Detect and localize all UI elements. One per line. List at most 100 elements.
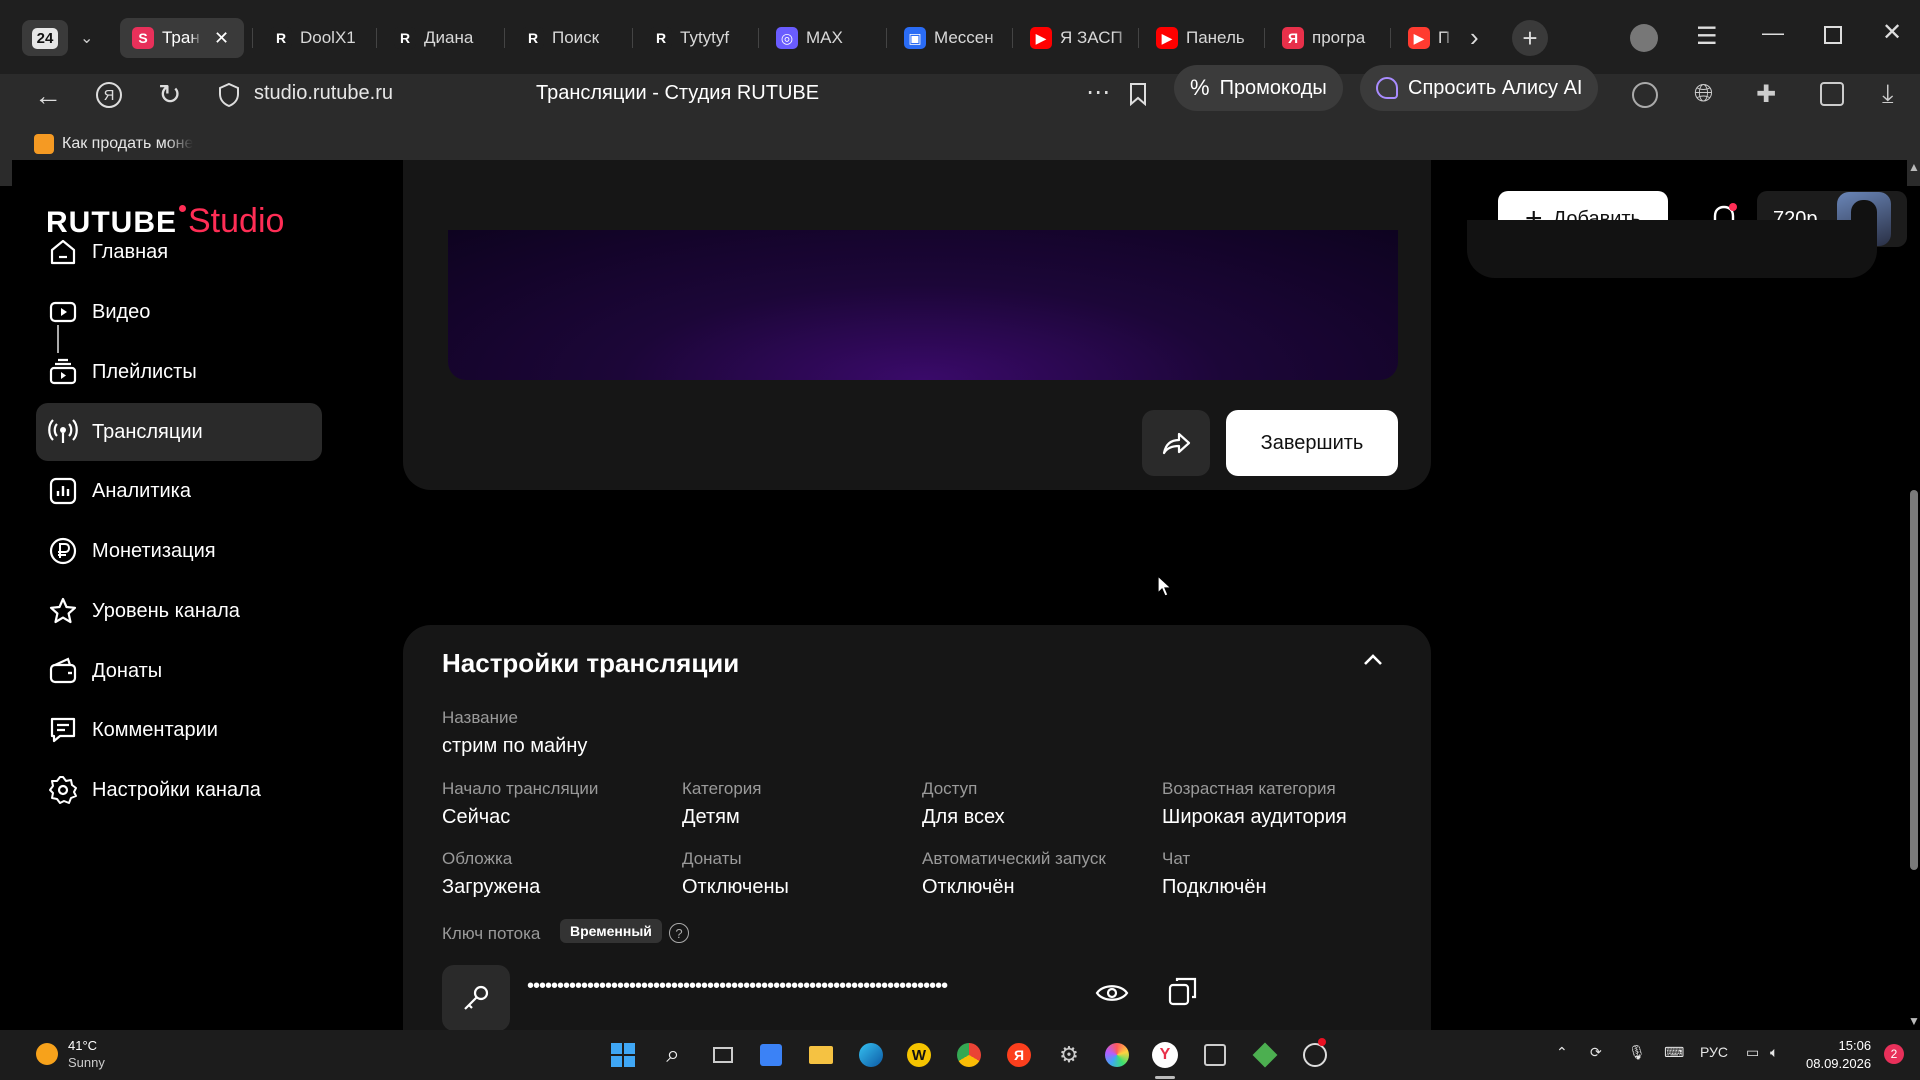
field-label: Донаты xyxy=(682,849,742,868)
weather-widget[interactable]: 41°C Sunny xyxy=(36,1037,105,1071)
share-button[interactable] xyxy=(1142,410,1210,476)
store-icon[interactable] xyxy=(756,1040,786,1070)
sidebar-item[interactable]: Настройки канала xyxy=(36,761,322,819)
tray-chevron-up-icon[interactable]: ⌃ xyxy=(1556,1044,1568,1061)
globe-icon[interactable]: 🌐︎ xyxy=(1694,80,1713,108)
tab-counter-button[interactable]: 24 xyxy=(22,20,68,56)
sidebar-item-label: Главная xyxy=(92,240,169,263)
downloads-icon[interactable]: ⤓ xyxy=(1882,78,1894,110)
field-value: Отключены xyxy=(682,876,789,898)
windows-start-icon[interactable] xyxy=(608,1040,638,1070)
sidebar-item[interactable]: Трансляции xyxy=(36,403,322,461)
maximize-icon[interactable] xyxy=(1824,26,1842,44)
scrollbar-thumb[interactable] xyxy=(1910,490,1918,870)
edge-icon[interactable] xyxy=(856,1040,886,1070)
collapse-chevron-up-icon[interactable] xyxy=(1360,647,1386,673)
volume-icon[interactable]: 🔈︎ xyxy=(1770,1044,1778,1061)
file-explorer-icon[interactable] xyxy=(806,1040,836,1070)
extensions-icon[interactable]: ✚ xyxy=(1756,80,1776,109)
notification-badge[interactable]: 2 xyxy=(1884,1044,1904,1064)
snipping-tool-icon[interactable] xyxy=(1200,1040,1230,1070)
sidebar-item[interactable]: Монетизация xyxy=(36,522,322,580)
minimize-icon[interactable]: — xyxy=(1762,20,1784,46)
bookmark-item[interactable]: Как продать моне xyxy=(62,135,193,153)
profile-icon[interactable] xyxy=(1630,24,1658,52)
tab-label: програ xyxy=(1312,28,1366,47)
browser-tab[interactable]: ▶ Я ЗАСП xyxy=(1018,18,1136,58)
sidebar-item[interactable]: Донаты xyxy=(36,642,322,700)
sync-icon[interactable]: ⟳ xyxy=(1590,1044,1602,1061)
ask-alice-label: Спросить Алису AI xyxy=(1408,76,1583,99)
field-value: Сейчас xyxy=(442,806,511,828)
tab-label: Я ЗАСП xyxy=(1060,28,1123,47)
url-text[interactable]: studio.rutube.ru xyxy=(254,82,393,105)
back-icon[interactable]: ← xyxy=(34,80,62,112)
sidebar-item[interactable]: Уровень канала xyxy=(36,582,322,640)
taskbar-search-icon[interactable]: ⌕ xyxy=(658,1040,688,1070)
browser-tab[interactable]: R Tytytyf xyxy=(638,18,756,58)
language-indicator[interactable]: РУС xyxy=(1700,1044,1728,1060)
show-key-eye-icon[interactable] xyxy=(1095,981,1129,1005)
browser-tab[interactable]: ◎ MAX xyxy=(764,18,882,58)
more-icon[interactable]: ⋯ xyxy=(1086,78,1110,107)
sun-icon xyxy=(36,1043,58,1065)
bookmark-icon[interactable] xyxy=(1128,82,1148,106)
field-label: Обложка xyxy=(442,849,513,868)
right-panel-edge xyxy=(1467,220,1877,278)
settings-app-icon[interactable]: ⚙ xyxy=(1054,1040,1084,1070)
browser-tab[interactable]: S Тран ✕ xyxy=(120,18,244,58)
collections-icon[interactable] xyxy=(1820,82,1844,106)
close-tab-icon[interactable]: ✕ xyxy=(214,28,229,49)
key-button[interactable] xyxy=(442,965,510,1030)
network-icon[interactable]: ▭ xyxy=(1746,1044,1759,1061)
chrome-icon[interactable] xyxy=(954,1040,984,1070)
field-label: Категория xyxy=(682,779,762,798)
sidebar-item-label: Монетизация xyxy=(92,539,216,562)
keyboard-icon[interactable]: ⌨ xyxy=(1664,1044,1684,1061)
sidebar-item[interactable]: Аналитика xyxy=(36,462,322,520)
new-tab-button[interactable]: + xyxy=(1512,20,1548,56)
sidebar-item[interactable]: Видео xyxy=(36,283,322,341)
browser-tab[interactable]: ▶ Пр xyxy=(1396,18,1450,58)
microphone-icon[interactable]: 🎙︎ xyxy=(1628,1044,1646,1061)
scroll-up-icon[interactable]: ▲ xyxy=(1908,160,1920,174)
clock[interactable]: 15:06 08.09.2026 xyxy=(1806,1037,1871,1073)
finish-stream-button[interactable]: Завершить xyxy=(1226,410,1398,476)
help-icon[interactable]: ? xyxy=(669,923,689,943)
sidebar-item[interactable]: Плейлисты xyxy=(36,343,322,401)
browser-tab[interactable]: R Диана xyxy=(382,18,500,58)
minecraft-icon[interactable] xyxy=(1250,1040,1280,1070)
browser-tab[interactable]: Япрогра xyxy=(1270,18,1388,58)
task-view-icon[interactable] xyxy=(708,1040,738,1070)
ask-alice-button[interactable]: Спросить Алису AI xyxy=(1360,65,1599,111)
ruble-icon xyxy=(49,537,77,565)
app-color-icon[interactable] xyxy=(1102,1040,1132,1070)
tab-list-chevron-icon[interactable]: ⌄ xyxy=(80,28,93,48)
browser-tab[interactable]: ▶ Панель xyxy=(1144,18,1262,58)
sidebar-item[interactable]: Главная xyxy=(36,223,322,281)
tab-separator xyxy=(1138,28,1139,48)
tabs-scroll-right-icon[interactable]: › xyxy=(1470,22,1479,53)
scroll-down-icon[interactable]: ▼ xyxy=(1908,1014,1920,1028)
field-label: Возрастная категория xyxy=(1162,779,1336,798)
yandex-icon[interactable]: Я xyxy=(96,82,122,108)
obs-icon[interactable] xyxy=(1300,1038,1330,1070)
yandex-browser-icon[interactable]: Y xyxy=(1150,1040,1180,1070)
browser-tab[interactable]: R DoolX1 xyxy=(258,18,376,58)
tab-separator xyxy=(758,28,759,48)
promo-codes-button[interactable]: % Промокоды xyxy=(1174,65,1343,111)
close-window-icon[interactable]: ✕ xyxy=(1882,18,1902,47)
comment-icon xyxy=(50,717,76,743)
active-app-indicator xyxy=(1155,1076,1175,1079)
reload-icon[interactable]: ↻ xyxy=(158,78,181,111)
extension-1-icon[interactable] xyxy=(1632,82,1658,108)
star-icon xyxy=(49,597,77,624)
sidebar-item[interactable]: Комментарии xyxy=(36,701,322,759)
browser-tab[interactable]: R Поиск xyxy=(510,18,628,58)
copy-key-icon[interactable] xyxy=(1167,975,1199,1007)
bookmarks-bar: Как продать моне xyxy=(0,128,1920,160)
app-w-icon[interactable]: W xyxy=(904,1040,934,1070)
yandex-icon[interactable]: Я xyxy=(1004,1040,1034,1070)
menu-icon[interactable]: ☰ xyxy=(1696,22,1718,51)
browser-tab[interactable]: ▣ Мессен xyxy=(892,18,1010,58)
